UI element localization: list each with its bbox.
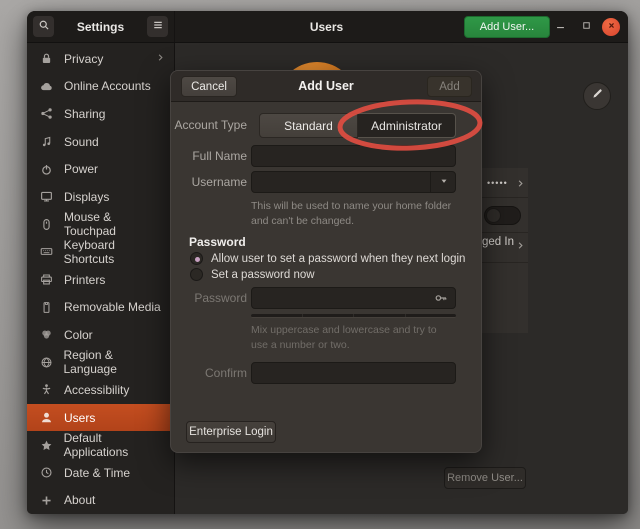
share-icon — [40, 107, 55, 120]
hamburger-icon — [152, 18, 164, 36]
dropdown-arrow-icon — [439, 173, 449, 191]
password-hint: Mix uppercase and lowercase and try to u… — [251, 323, 453, 352]
sidebar-item-keyboard-shortcuts[interactable]: Keyboard Shortcuts — [27, 238, 174, 266]
add-button[interactable]: Add — [427, 76, 472, 97]
cloud-icon — [40, 80, 55, 93]
user-settings-card: ••••• ged In — [481, 168, 528, 333]
sidebar-item-displays[interactable]: Displays — [27, 183, 174, 211]
keyboard-icon — [40, 245, 55, 258]
add-user-button[interactable]: Add User... — [464, 16, 550, 38]
username-hint: This will be used to name your home fold… — [251, 199, 453, 228]
sidebar-item-sharing[interactable]: Sharing — [27, 100, 174, 128]
star-icon — [40, 439, 55, 452]
password-label: Password — [171, 287, 247, 309]
username-dropdown-button[interactable] — [430, 171, 456, 193]
titlebar-right: Users Add User... — [175, 11, 628, 42]
row-separator — [481, 262, 528, 263]
sidebar-item-removable-media[interactable]: Removable Media — [27, 293, 174, 321]
desktop-background: Settings Users Add User... — [0, 0, 640, 529]
lock-icon — [40, 52, 55, 65]
chevron-right-icon — [515, 176, 526, 194]
enterprise-login-button[interactable]: Enterprise Login — [186, 421, 276, 443]
sidebar-item-mouse-touchpad[interactable]: Mouse & Touchpad — [27, 211, 174, 239]
maximize-button[interactable] — [577, 18, 595, 36]
sidebar-item-about[interactable]: About — [27, 487, 174, 515]
app-title: Settings — [77, 20, 124, 34]
password-input[interactable] — [251, 287, 456, 309]
radio-selected[interactable] — [190, 252, 203, 265]
pencil-icon — [591, 87, 604, 105]
password-mode-set-now[interactable]: Set a password now — [190, 268, 315, 281]
confirm-label: Confirm — [171, 362, 247, 384]
sidebar-item-region-language[interactable]: Region & Language — [27, 349, 174, 377]
printer-icon — [40, 273, 55, 286]
password-mode-next-login[interactable]: Allow user to set a password when they n… — [190, 252, 465, 265]
menu-button[interactable] — [147, 16, 168, 37]
add-user-dialog: Add User Cancel Add Account Type Standar… — [170, 70, 482, 453]
globe-icon — [40, 356, 55, 369]
username-label: Username — [171, 171, 247, 193]
logged-in-row-fragment: ged In — [482, 236, 514, 248]
automatic-login-toggle[interactable] — [484, 206, 521, 225]
titlebar-left: Settings — [27, 11, 175, 42]
sidebar-item-printers[interactable]: Printers — [27, 266, 174, 294]
display-icon — [40, 190, 55, 203]
cancel-button[interactable]: Cancel — [181, 76, 237, 97]
username-input[interactable] — [251, 171, 456, 193]
radio-unselected[interactable] — [190, 268, 203, 281]
clock-icon — [40, 466, 55, 479]
row-separator — [481, 232, 528, 233]
administrator-button[interactable]: Administrator — [358, 113, 456, 138]
sidebar-item-power[interactable]: Power — [27, 155, 174, 183]
window-body: Privacy Online Accounts Sharing Sound Po… — [27, 43, 628, 514]
dialog-title: Add User — [298, 79, 354, 93]
maximize-icon — [581, 18, 592, 36]
sidebar-item-accessibility[interactable]: Accessibility — [27, 376, 174, 404]
chevron-right-icon — [515, 238, 526, 256]
sidebar-item-color[interactable]: Color — [27, 321, 174, 349]
power-icon — [40, 163, 55, 176]
sidebar: Privacy Online Accounts Sharing Sound Po… — [27, 43, 175, 514]
confirm-input[interactable] — [251, 362, 456, 384]
radio-label: Allow user to set a password when they n… — [211, 253, 465, 265]
sound-icon — [40, 135, 55, 148]
generate-password-icon[interactable] — [434, 291, 448, 310]
close-button[interactable] — [602, 18, 620, 36]
password-strength-meter — [251, 314, 456, 318]
sidebar-item-date-time[interactable]: Date & Time — [27, 459, 174, 487]
sidebar-item-privacy[interactable]: Privacy — [27, 45, 174, 73]
password-section-heading: Password — [189, 235, 246, 249]
sidebar-item-sound[interactable]: Sound — [27, 128, 174, 156]
users-panel: ••••• ged In Remove User... Add User — [175, 43, 628, 514]
remove-user-button[interactable]: Remove User... — [444, 467, 526, 489]
close-icon — [606, 18, 617, 36]
sidebar-item-default-applications[interactable]: Default Applications — [27, 431, 174, 459]
mouse-icon — [40, 218, 55, 231]
minimize-button[interactable] — [551, 18, 569, 36]
full-name-input[interactable] — [251, 145, 456, 167]
password-dots: ••••• — [487, 178, 508, 188]
account-type-label: Account Type — [171, 114, 247, 136]
row-separator — [481, 197, 528, 198]
settings-window: Settings Users Add User... — [27, 11, 628, 514]
color-icon — [40, 328, 55, 341]
users-icon — [40, 411, 55, 424]
edit-avatar-button[interactable] — [583, 82, 611, 110]
account-type-segmented-control: Standard Administrator — [259, 113, 456, 138]
full-name-label: Full Name — [171, 145, 247, 167]
minimize-icon — [555, 18, 566, 36]
titlebar: Settings Users Add User... — [27, 11, 628, 43]
search-button[interactable] — [33, 16, 54, 37]
removable-media-icon — [40, 301, 55, 314]
radio-label: Set a password now — [211, 269, 315, 281]
toggle-knob — [486, 208, 501, 223]
about-icon — [40, 494, 55, 507]
sidebar-item-online-accounts[interactable]: Online Accounts — [27, 73, 174, 101]
sidebar-item-users[interactable]: Users — [27, 404, 174, 432]
accessibility-icon — [40, 383, 55, 396]
search-icon — [38, 18, 50, 36]
page-title: Users — [310, 20, 343, 34]
chevron-right-icon — [155, 52, 166, 66]
standard-button[interactable]: Standard — [259, 113, 358, 138]
